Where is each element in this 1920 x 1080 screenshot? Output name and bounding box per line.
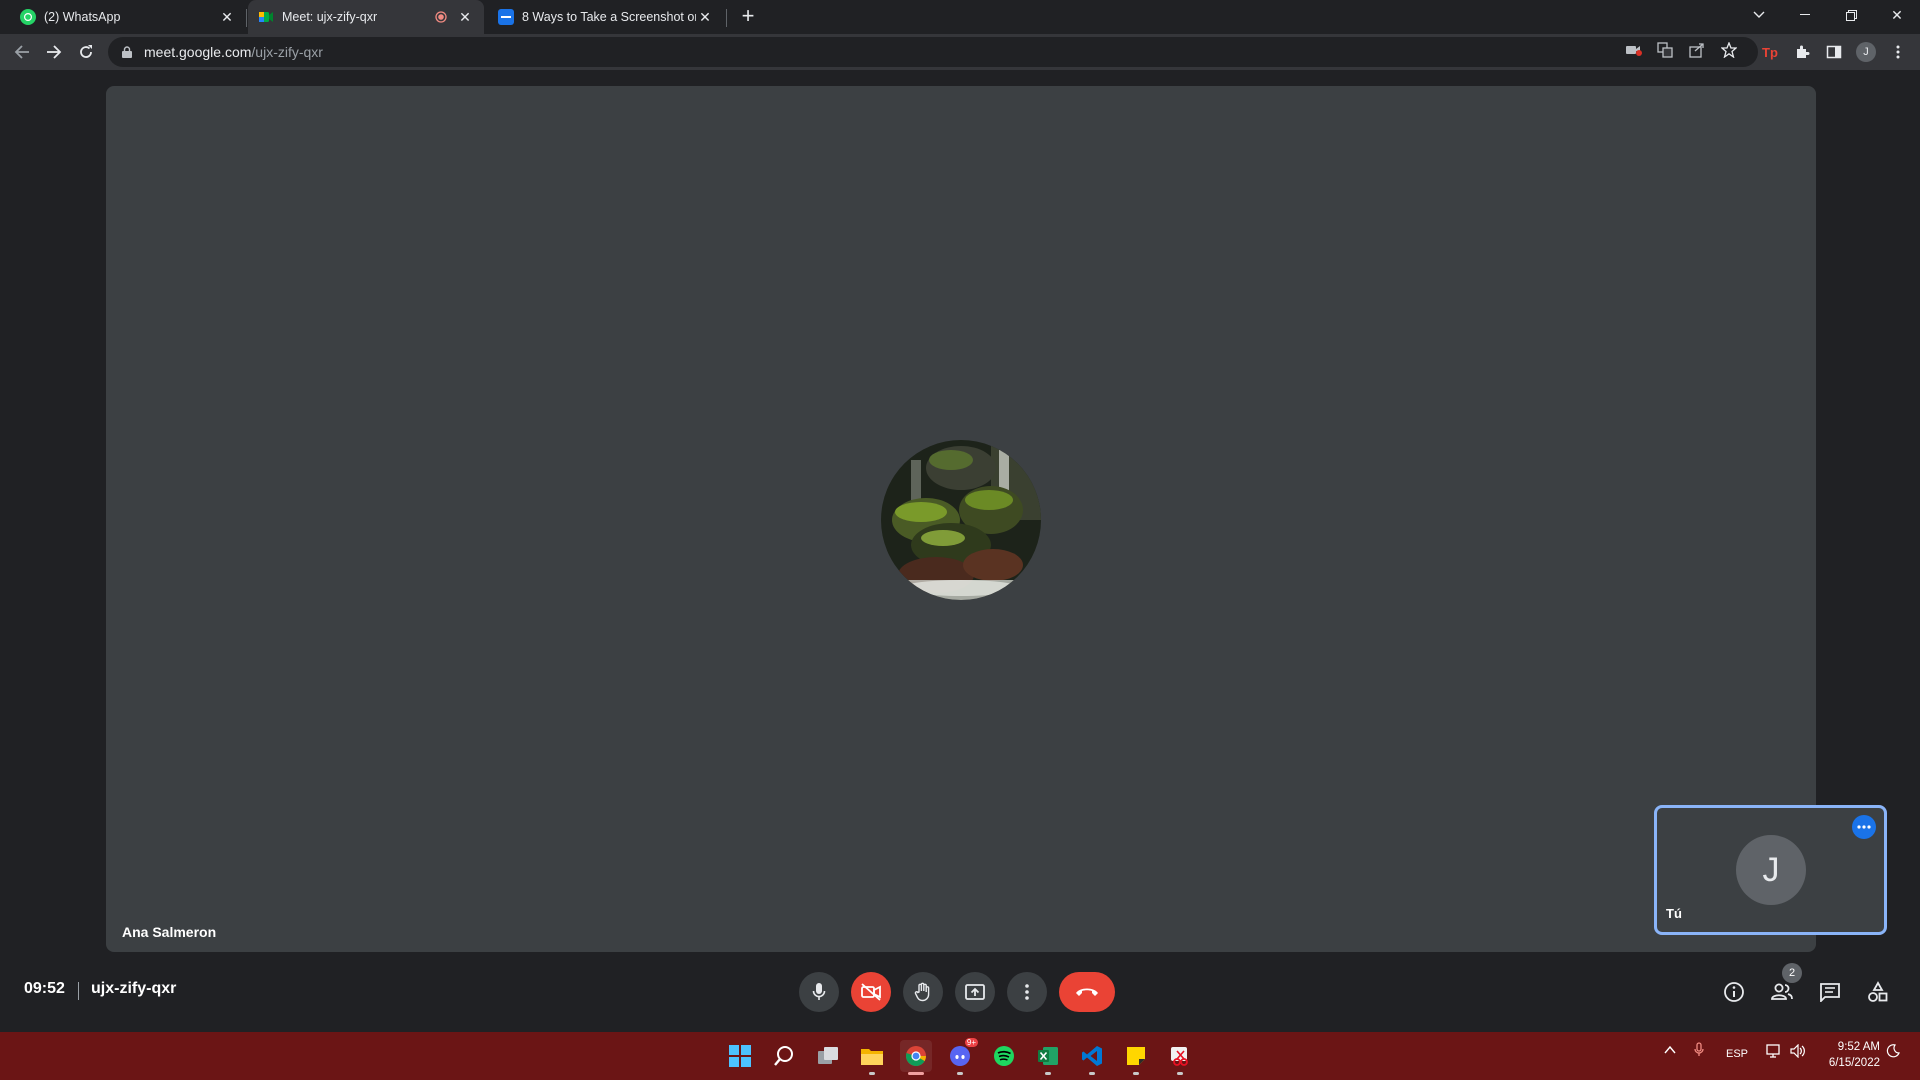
close-window-icon[interactable]: ✕ [1874,0,1920,30]
discord-icon[interactable]: 9+ [944,1038,978,1075]
self-avatar: J [1736,835,1806,905]
close-tab-icon[interactable]: ✕ [456,8,474,26]
more-options-button[interactable] [1007,972,1047,1012]
extension-tp-icon[interactable]: Tp [1760,42,1780,62]
chat-button[interactable] [1814,976,1846,1008]
url-host: meet.google.com [144,44,252,60]
participant-count-badge: 2 [1782,963,1802,983]
google-meet-icon [258,9,274,25]
running-indicator [1133,1072,1139,1075]
running-indicator [1089,1072,1095,1075]
leave-call-button[interactable] [1059,972,1115,1012]
minimize-icon[interactable] [1782,0,1828,30]
windows-taskbar: 9+ ESP 9:52 AM 6/15/2022 [0,1032,1920,1080]
active-indicator [908,1072,924,1075]
hang-up-icon [1076,988,1098,996]
camera-off-icon [861,983,881,1001]
more-vert-icon [1025,984,1029,1000]
raise-hand-button[interactable] [903,972,943,1012]
url-path: /ujx-zify-qxr [251,44,323,60]
file-explorer-icon[interactable] [856,1040,888,1075]
task-view-icon[interactable] [812,1040,844,1072]
meeting-info-divider [78,982,79,1000]
translate-icon[interactable] [1656,41,1674,59]
whatsapp-icon [20,9,36,25]
network-icon[interactable] [1766,1044,1782,1061]
close-tab-icon[interactable]: ✕ [218,8,236,26]
tab-meet[interactable]: Meet: ujx-zify-qxr ✕ [248,0,484,34]
bookmark-star-icon[interactable] [1720,41,1738,59]
focus-assist-moon-icon[interactable] [1886,1044,1900,1061]
self-name-label: Tú [1666,906,1682,921]
running-indicator [957,1072,963,1075]
share-icon[interactable] [1688,41,1706,59]
chat-icon [1820,983,1840,1002]
tab-whatsapp[interactable]: (2) WhatsApp ✕ [10,0,246,34]
system-clock[interactable]: 9:52 AM 6/15/2022 [1810,1039,1880,1071]
meeting-details-button[interactable] [1718,976,1750,1008]
discord-notification-badge: 9+ [964,1038,978,1047]
input-language-indicator[interactable]: ESP [1726,1048,1748,1060]
extensions-puzzle-icon[interactable] [1792,42,1812,62]
participant-name-label: Ana Salmeron [122,924,217,940]
show-hidden-icons-chevron-icon[interactable] [1664,1044,1676,1059]
tab-title: Meet: ujx-zify-qxr [282,10,378,24]
profile-initial: J [1856,42,1876,62]
vscode-icon[interactable] [1076,1040,1108,1075]
tab-title: 8 Ways to Take a Screenshot on W [522,10,696,24]
webpage-favicon [498,9,514,25]
running-indicator [1177,1072,1183,1075]
running-indicator [869,1072,875,1075]
activities-button[interactable] [1862,976,1894,1008]
excel-icon[interactable] [1032,1040,1064,1075]
present-screen-icon [965,984,985,1000]
people-icon [1771,983,1793,1000]
search-icon[interactable] [768,1040,800,1072]
lock-icon [122,46,132,58]
present-screen-button[interactable] [955,972,995,1012]
camera-toggle-button[interactable] [851,972,891,1012]
tab-divider [726,9,727,27]
microphone-button[interactable] [799,972,839,1012]
activities-shapes-icon [1868,981,1888,1002]
microphone-icon [812,983,826,1000]
side-panel-icon[interactable] [1824,42,1844,62]
participant-avatar [881,440,1041,600]
meeting-clock: 09:52 [24,980,65,997]
browser-tab-strip: (2) WhatsApp ✕ Meet: ujx-zify-qxr ✕ 8 Wa… [0,0,1920,34]
microphone-in-use-icon[interactable] [1694,1042,1704,1061]
info-icon [1724,982,1744,1002]
moss-rocks-avatar-image [881,440,1041,600]
more-options-icon[interactable] [1852,815,1876,839]
spotify-icon[interactable] [988,1040,1020,1072]
restore-icon[interactable] [1828,0,1874,30]
main-video-tile: Ana Salmeron [106,86,1816,952]
reload-icon[interactable] [72,38,100,66]
running-indicator [1045,1072,1051,1075]
chrome-taskbar-icon[interactable] [900,1040,932,1075]
clock-date: 6/15/2022 [1828,1057,1880,1069]
sticky-notes-icon[interactable] [1120,1040,1152,1075]
windows-start-icon[interactable] [724,1040,756,1072]
meeting-code: ujx-zify-qxr [91,980,177,997]
back-arrow-icon[interactable] [8,38,36,66]
snipping-tool-icon[interactable] [1164,1040,1196,1075]
tab-search-icon[interactable] [1736,0,1782,30]
browser-toolbar: meet.google.com/ujx-zify-qxr Tp J [0,34,1920,70]
recording-indicator-icon [432,8,450,26]
forward-arrow-icon[interactable] [40,38,68,66]
self-video-tile[interactable]: J Tú [1654,805,1887,935]
address-bar[interactable]: meet.google.com/ujx-zify-qxr [108,37,1758,67]
clock-time: 9:52 AM [1837,1041,1880,1053]
tab-screenshot-article[interactable]: 8 Ways to Take a Screenshot on W ✕ [488,0,724,34]
camera-blocked-icon[interactable] [1625,41,1643,59]
tab-title: (2) WhatsApp [44,10,121,24]
new-tab-button[interactable]: + [736,5,760,29]
profile-avatar[interactable]: J [1856,42,1876,62]
raise-hand-icon [914,982,930,1002]
close-tab-icon[interactable]: ✕ [696,8,714,26]
tab-divider [246,9,247,27]
volume-icon[interactable] [1790,1043,1806,1061]
browser-menu-icon[interactable] [1888,42,1908,62]
